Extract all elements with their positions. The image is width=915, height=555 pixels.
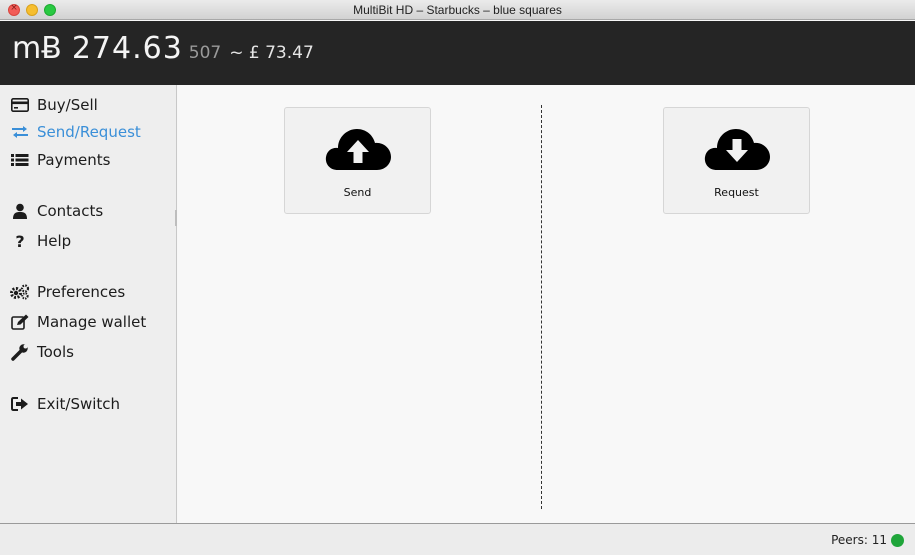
- sidebar: Buy/Sell Send/Request Payments Contacts …: [0, 85, 177, 523]
- send-button[interactable]: Send: [284, 107, 431, 214]
- send-request-panel: Send Request: [178, 85, 915, 523]
- balance-sub-digits: 507: [188, 43, 222, 63]
- sidebar-resize-handle[interactable]: [175, 210, 177, 226]
- panel-divider: [541, 105, 542, 509]
- sidebar-item-buy-sell[interactable]: Buy/Sell: [10, 94, 98, 116]
- exchange-arrows-icon: [10, 123, 30, 141]
- sidebar-item-label: Tools: [37, 343, 74, 361]
- sidebar-item-help[interactable]: ? Help: [10, 230, 71, 252]
- user-icon: [10, 202, 30, 220]
- send-button-label: Send: [343, 186, 372, 199]
- sidebar-item-preferences[interactable]: Preferences: [10, 281, 125, 303]
- window-title: MultiBit HD – Starbucks – blue squares: [353, 3, 562, 17]
- sidebar-item-label: Send/Request: [37, 123, 141, 141]
- balance-main: 274.63: [71, 31, 183, 66]
- sidebar-item-contacts[interactable]: Contacts: [10, 200, 103, 222]
- sidebar-item-label: Manage wallet: [37, 313, 147, 331]
- sidebar-item-exit-switch[interactable]: Exit/Switch: [10, 393, 120, 415]
- sidebar-item-label: Preferences: [37, 283, 126, 301]
- sidebar-item-label: Help: [37, 232, 72, 250]
- bitcoin-unit-symbol: mɃ: [12, 31, 62, 66]
- request-button[interactable]: Request: [663, 107, 810, 214]
- sign-out-icon: [10, 395, 30, 413]
- network-status-indicator: [891, 534, 904, 547]
- sidebar-item-manage-wallet[interactable]: Manage wallet: [10, 311, 146, 333]
- edit-icon: [10, 313, 30, 331]
- status-bar: Peers: 11: [0, 523, 915, 555]
- cloud-download-icon: [703, 126, 771, 176]
- credit-card-icon: [10, 96, 30, 114]
- question-icon: ?: [15, 231, 25, 251]
- cloud-upload-icon: [324, 126, 392, 176]
- wrench-icon: [10, 343, 30, 361]
- sidebar-item-label: Buy/Sell: [37, 96, 98, 114]
- fiat-balance: ~ £ 73.47: [229, 43, 314, 63]
- sidebar-item-label: Payments: [37, 151, 111, 169]
- gears-icon: [10, 283, 30, 301]
- window-title-bar: × MultiBit HD – Starbucks – blue squares: [0, 0, 915, 20]
- request-button-label: Request: [714, 186, 759, 199]
- list-icon: [10, 151, 30, 169]
- sidebar-item-tools[interactable]: Tools: [10, 341, 74, 363]
- sidebar-item-send-request[interactable]: Send/Request: [10, 121, 141, 143]
- peer-count: Peers: 11: [831, 533, 887, 547]
- balance-display: mɃ 274.63 507 ~ £ 73.47: [12, 31, 314, 66]
- sidebar-item-payments[interactable]: Payments: [10, 149, 110, 171]
- balance-header: mɃ 274.63 507 ~ £ 73.47: [0, 21, 915, 85]
- sidebar-item-label: Exit/Switch: [37, 395, 121, 413]
- sidebar-item-label: Contacts: [37, 202, 104, 220]
